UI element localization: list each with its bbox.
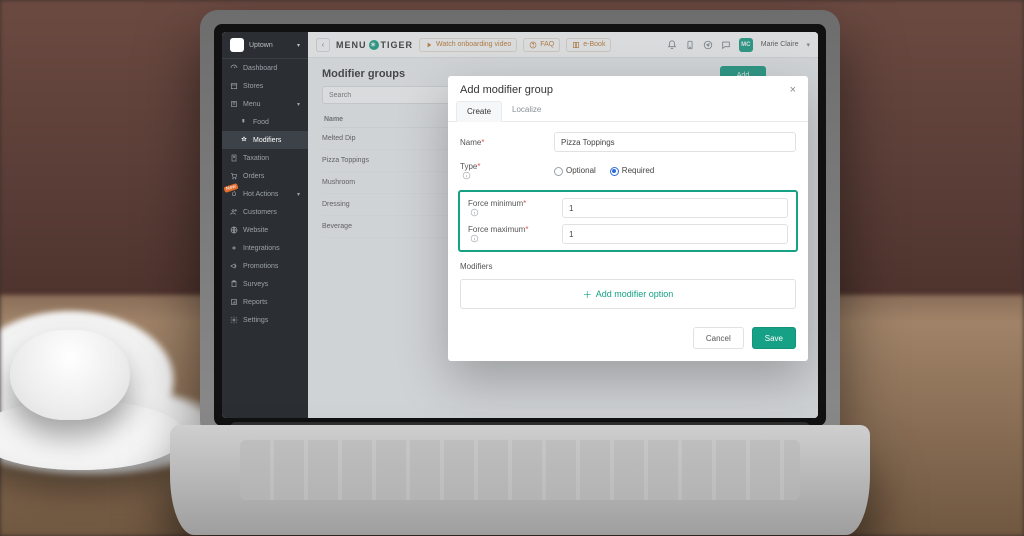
menu-icon bbox=[230, 100, 238, 108]
gauge-icon bbox=[230, 64, 238, 72]
main-area: ‹ MENU ✶ TIGER Watch onboarding video bbox=[308, 32, 818, 418]
sidebar-item-dashboard[interactable]: Dashboard bbox=[222, 59, 308, 77]
plus-icon: ＋ bbox=[583, 288, 592, 301]
tab-localize[interactable]: Localize bbox=[502, 100, 551, 121]
sidebar-workspace[interactable]: Uptown ▾ bbox=[222, 32, 308, 59]
force-min-input[interactable] bbox=[562, 198, 788, 218]
cancel-button[interactable]: Cancel bbox=[693, 327, 744, 349]
sidebar-item-stores[interactable]: Stores bbox=[222, 77, 308, 95]
sidebar-item-hot-actions[interactable]: New Hot Actions ▾ bbox=[222, 185, 308, 203]
force-min-max-highlight: Force minimum* Force maximum* bbox=[458, 190, 798, 252]
clipboard-icon bbox=[230, 280, 238, 288]
tab-create[interactable]: Create bbox=[456, 101, 502, 122]
integrations-icon bbox=[230, 244, 238, 252]
type-option-required[interactable]: Required bbox=[610, 166, 654, 175]
laptop-screen: Uptown ▾ Dashboard Stores bbox=[222, 32, 818, 418]
field-row-force-max: Force maximum* bbox=[468, 224, 788, 244]
radio-icon bbox=[554, 167, 563, 176]
sidebar-item-label: Modifiers bbox=[253, 137, 281, 144]
sidebar-item-surveys[interactable]: Surveys bbox=[222, 275, 308, 293]
sidebar: Uptown ▾ Dashboard Stores bbox=[222, 32, 308, 418]
sidebar-item-food[interactable]: Food bbox=[222, 113, 308, 131]
sidebar-item-modifiers[interactable]: Modifiers bbox=[222, 131, 308, 149]
radio-selected-icon bbox=[610, 167, 619, 176]
close-icon[interactable]: × bbox=[790, 84, 796, 96]
sidebar-item-label: Taxation bbox=[243, 155, 269, 162]
food-icon bbox=[240, 118, 248, 126]
sidebar-item-label: Surveys bbox=[243, 281, 268, 288]
flame-icon bbox=[230, 190, 238, 198]
modal-title: Add modifier group bbox=[460, 84, 553, 96]
store-icon bbox=[230, 82, 238, 90]
sidebar-item-label: Orders bbox=[243, 173, 264, 180]
globe-icon bbox=[230, 226, 238, 234]
users-icon bbox=[230, 208, 238, 216]
sidebar-item-integrations[interactable]: Integrations bbox=[222, 239, 308, 257]
info-icon[interactable] bbox=[462, 171, 471, 180]
sidebar-item-label: Settings bbox=[243, 317, 268, 324]
receipt-icon bbox=[230, 154, 238, 162]
add-modifier-option-button[interactable]: ＋ Add modifier option bbox=[460, 279, 796, 309]
type-label: Type* bbox=[460, 162, 546, 180]
field-row-name: Name* bbox=[460, 132, 796, 152]
field-row-type: Type* Optional Required bbox=[460, 162, 796, 180]
cart-icon bbox=[230, 172, 238, 180]
laptop: Uptown ▾ Dashboard Stores bbox=[170, 10, 870, 530]
modifiers-section-label: Modifiers bbox=[460, 262, 796, 271]
add-modifier-group-modal: Add modifier group × Create Localize Nam… bbox=[448, 76, 808, 361]
sidebar-item-settings[interactable]: Settings bbox=[222, 311, 308, 329]
chevron-down-icon: ▾ bbox=[297, 42, 300, 49]
modal-tabs: Create Localize bbox=[448, 100, 808, 122]
sidebar-item-label: Stores bbox=[243, 83, 263, 90]
megaphone-icon bbox=[230, 262, 238, 270]
sidebar-item-reports[interactable]: Reports bbox=[222, 293, 308, 311]
laptop-keyboard bbox=[240, 440, 800, 500]
sidebar-item-promotions[interactable]: Promotions bbox=[222, 257, 308, 275]
report-icon bbox=[230, 298, 238, 306]
gear-icon bbox=[230, 316, 238, 324]
modifiers-icon bbox=[240, 136, 248, 144]
force-max-label: Force maximum* bbox=[468, 225, 554, 243]
save-button[interactable]: Save bbox=[752, 327, 796, 349]
modal-header: Add modifier group × bbox=[448, 76, 808, 100]
sidebar-item-label: Food bbox=[253, 119, 269, 126]
name-input[interactable] bbox=[554, 132, 796, 152]
force-max-input[interactable] bbox=[562, 224, 788, 244]
info-icon[interactable] bbox=[470, 208, 479, 217]
laptop-lid: Uptown ▾ Dashboard Stores bbox=[200, 10, 840, 440]
sidebar-item-website[interactable]: Website bbox=[222, 221, 308, 239]
sidebar-item-label: Integrations bbox=[243, 245, 280, 252]
laptop-bezel: Uptown ▾ Dashboard Stores bbox=[214, 24, 826, 426]
modal-body: Name* Type* Optional Required bbox=[448, 122, 808, 319]
modal-footer: Cancel Save bbox=[448, 319, 808, 361]
type-option-optional[interactable]: Optional bbox=[554, 166, 596, 175]
sidebar-item-label: Hot Actions bbox=[243, 191, 278, 198]
chevron-down-icon: ▾ bbox=[297, 101, 300, 108]
add-modifier-option-label: Add modifier option bbox=[596, 289, 674, 299]
sidebar-item-label: Reports bbox=[243, 299, 268, 306]
sidebar-item-label: Dashboard bbox=[243, 65, 277, 72]
app-root: Uptown ▾ Dashboard Stores bbox=[222, 32, 818, 418]
sidebar-item-taxation[interactable]: Taxation bbox=[222, 149, 308, 167]
workspace-name: Uptown bbox=[249, 42, 273, 49]
force-min-label: Force minimum* bbox=[468, 199, 554, 217]
sidebar-item-menu[interactable]: Menu ▾ bbox=[222, 95, 308, 113]
field-row-force-min: Force minimum* bbox=[468, 198, 788, 218]
sidebar-item-label: Promotions bbox=[243, 263, 278, 270]
workspace-logo bbox=[230, 38, 244, 52]
chevron-down-icon: ▾ bbox=[297, 191, 300, 198]
sidebar-item-label: Menu bbox=[243, 101, 261, 108]
sidebar-item-label: Website bbox=[243, 227, 268, 234]
name-label: Name* bbox=[460, 138, 546, 147]
cup-prop bbox=[10, 330, 130, 420]
sidebar-item-customers[interactable]: Customers bbox=[222, 203, 308, 221]
info-icon[interactable] bbox=[470, 234, 479, 243]
sidebar-item-label: Customers bbox=[243, 209, 277, 216]
